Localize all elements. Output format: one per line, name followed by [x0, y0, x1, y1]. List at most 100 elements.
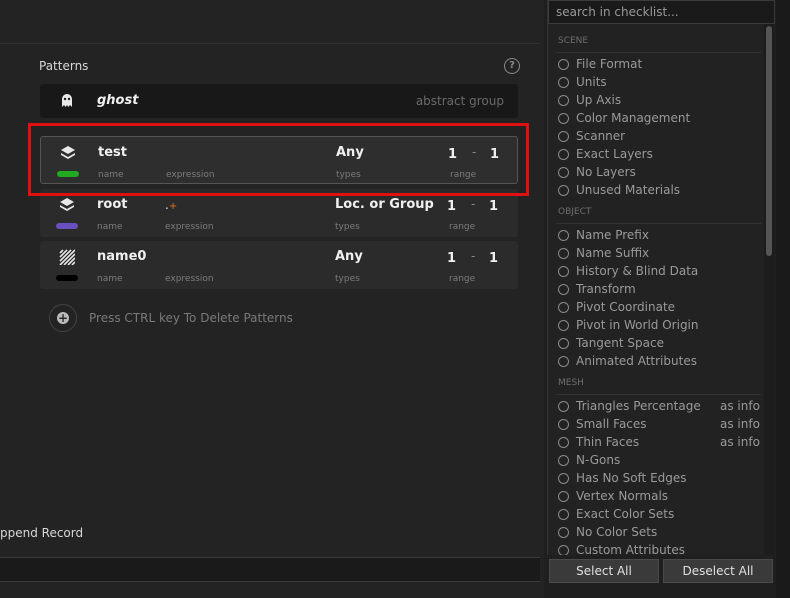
checklist-item-mode[interactable]: as info — [720, 399, 760, 413]
radio-button[interactable] — [558, 302, 569, 313]
radio-button[interactable] — [558, 509, 569, 520]
checklist-item[interactable]: No Layers — [558, 165, 763, 181]
checklist-item[interactable]: N-Gons — [558, 453, 763, 469]
color-swatch[interactable] — [56, 275, 78, 281]
radio-button[interactable] — [558, 473, 569, 484]
range-min[interactable]: 1 — [447, 251, 456, 266]
checklist-item-label: Name Suffix — [576, 246, 650, 260]
checklist: SCENE File Format Units Up Axis Color Manage… — [548, 26, 766, 555]
col-label-name: name — [97, 274, 123, 284]
bottom-input-field[interactable] — [0, 557, 540, 582]
pattern-types[interactable]: Any — [335, 249, 363, 264]
checklist-item[interactable]: Up Axis — [558, 93, 763, 109]
checklist-item[interactable]: Unused Materials — [558, 183, 763, 199]
checklist-item-label: Pivot in World Origin — [576, 318, 699, 332]
window-edge — [776, 0, 790, 598]
radio-button[interactable] — [558, 491, 569, 502]
checklist-item-label: No Color Sets — [576, 525, 658, 539]
range-max[interactable]: 1 — [489, 251, 498, 266]
checklist-item[interactable]: Units — [558, 75, 763, 91]
pattern-row-ghost[interactable]: ghost abstract group — [40, 84, 518, 118]
checklist-item[interactable]: Exact Color Sets — [558, 507, 763, 523]
checklist-item[interactable]: Name Prefix — [558, 228, 763, 244]
radio-button[interactable] — [558, 95, 569, 106]
radio-button[interactable] — [558, 149, 569, 160]
checklist-item[interactable]: Has No Soft Edges — [558, 471, 763, 487]
checklist-item-label: Tangent Space — [576, 336, 664, 350]
checklist-item[interactable]: Vertex Normals — [558, 489, 763, 505]
checklist-item-label: Scanner — [576, 129, 626, 143]
checklist-item[interactable]: Tangent Space — [558, 336, 763, 352]
radio-button[interactable] — [558, 167, 569, 178]
checklist-item[interactable]: Pivot Coordinate — [558, 300, 763, 316]
checklist-item[interactable]: Transform — [558, 282, 763, 298]
pattern-row-name0[interactable]: name0 Any 1 - 1 name expression types ra… — [40, 241, 518, 289]
radio-button[interactable] — [558, 338, 569, 349]
range-min[interactable]: 1 — [447, 199, 456, 214]
radio-button[interactable] — [558, 185, 569, 196]
radio-button[interactable] — [558, 230, 569, 241]
checklist-item[interactable]: Name Suffix — [558, 246, 763, 262]
checklist-item[interactable]: No Color Sets — [558, 525, 763, 541]
radio-button[interactable] — [558, 248, 569, 259]
radio-button[interactable] — [558, 419, 569, 430]
checklist-item-label: Color Management — [576, 111, 691, 125]
pattern-name[interactable]: name0 — [97, 249, 146, 264]
col-label-range: range — [449, 222, 476, 232]
checklist-panel: SCENE File Format Units Up Axis Color Manage… — [547, 0, 775, 555]
checklist-item-label: No Layers — [576, 165, 636, 179]
radio-button[interactable] — [558, 113, 569, 124]
checklist-item-label: Animated Attributes — [576, 354, 697, 368]
checklist-item[interactable]: Pivot in World Origin — [558, 318, 763, 334]
checklist-item-mode[interactable]: as info — [720, 417, 760, 431]
pattern-expression[interactable]: .+ — [165, 198, 177, 212]
checklist-item-mode[interactable]: as info — [720, 435, 760, 449]
deselect-all-button[interactable]: Deselect All — [663, 559, 773, 583]
col-label-types: types — [335, 274, 360, 284]
color-swatch[interactable] — [56, 223, 78, 229]
radio-button[interactable] — [558, 401, 569, 412]
checklist-item-label: Up Axis — [576, 93, 622, 107]
question-circle-icon[interactable]: ? — [504, 58, 520, 74]
checklist-item-label: Pivot Coordinate — [576, 300, 676, 314]
checklist-item[interactable]: Small Faces as info — [558, 417, 763, 433]
radio-button[interactable] — [558, 131, 569, 142]
checklist-item[interactable]: Animated Attributes — [558, 354, 763, 370]
expression-suffix: + — [168, 201, 178, 212]
radio-button[interactable] — [558, 527, 569, 538]
add-pattern-button[interactable]: + — [49, 304, 77, 332]
section-divider — [556, 52, 761, 53]
checklist-item[interactable]: File Format — [558, 57, 763, 73]
checklist-item[interactable]: Exact Layers — [558, 147, 763, 163]
radio-button[interactable] — [558, 284, 569, 295]
add-pattern-hint: Press CTRL key To Delete Patterns — [89, 311, 293, 325]
radio-button[interactable] — [558, 437, 569, 448]
col-label-expression: expression — [165, 274, 214, 284]
pattern-name: ghost — [97, 93, 139, 108]
radio-button[interactable] — [558, 59, 569, 70]
select-all-button[interactable]: Select All — [549, 559, 659, 583]
pattern-name[interactable]: root — [97, 197, 128, 212]
checklist-item-label: Units — [576, 75, 607, 89]
checklist-item[interactable]: Scanner — [558, 129, 763, 145]
checklist-item[interactable]: Custom Attributes — [558, 543, 763, 555]
pattern-types[interactable]: Loc. or Group — [335, 197, 434, 212]
checklist-item[interactable]: Color Management — [558, 111, 763, 127]
radio-button[interactable] — [558, 545, 569, 555]
checklist-item[interactable]: Thin Faces as info — [558, 435, 763, 451]
checklist-item-label: N-Gons — [576, 453, 621, 467]
checklist-item[interactable]: Triangles Percentage as info — [558, 399, 763, 415]
pattern-row-root[interactable]: root .+ Loc. or Group 1 - 1 name express… — [40, 189, 518, 237]
checklist-search-input[interactable] — [548, 0, 775, 24]
radio-button[interactable] — [558, 455, 569, 466]
radio-button[interactable] — [558, 356, 569, 367]
radio-button[interactable] — [558, 320, 569, 331]
radio-button[interactable] — [558, 266, 569, 277]
radio-button[interactable] — [558, 77, 569, 88]
range-max[interactable]: 1 — [489, 199, 498, 214]
append-record-button[interactable]: ppend Record — [0, 526, 83, 540]
pattern-note: abstract group — [415, 94, 504, 108]
checklist-item[interactable]: History & Blind Data — [558, 264, 763, 280]
hatched-icon — [59, 249, 75, 265]
scrollbar-thumb[interactable] — [766, 26, 772, 256]
